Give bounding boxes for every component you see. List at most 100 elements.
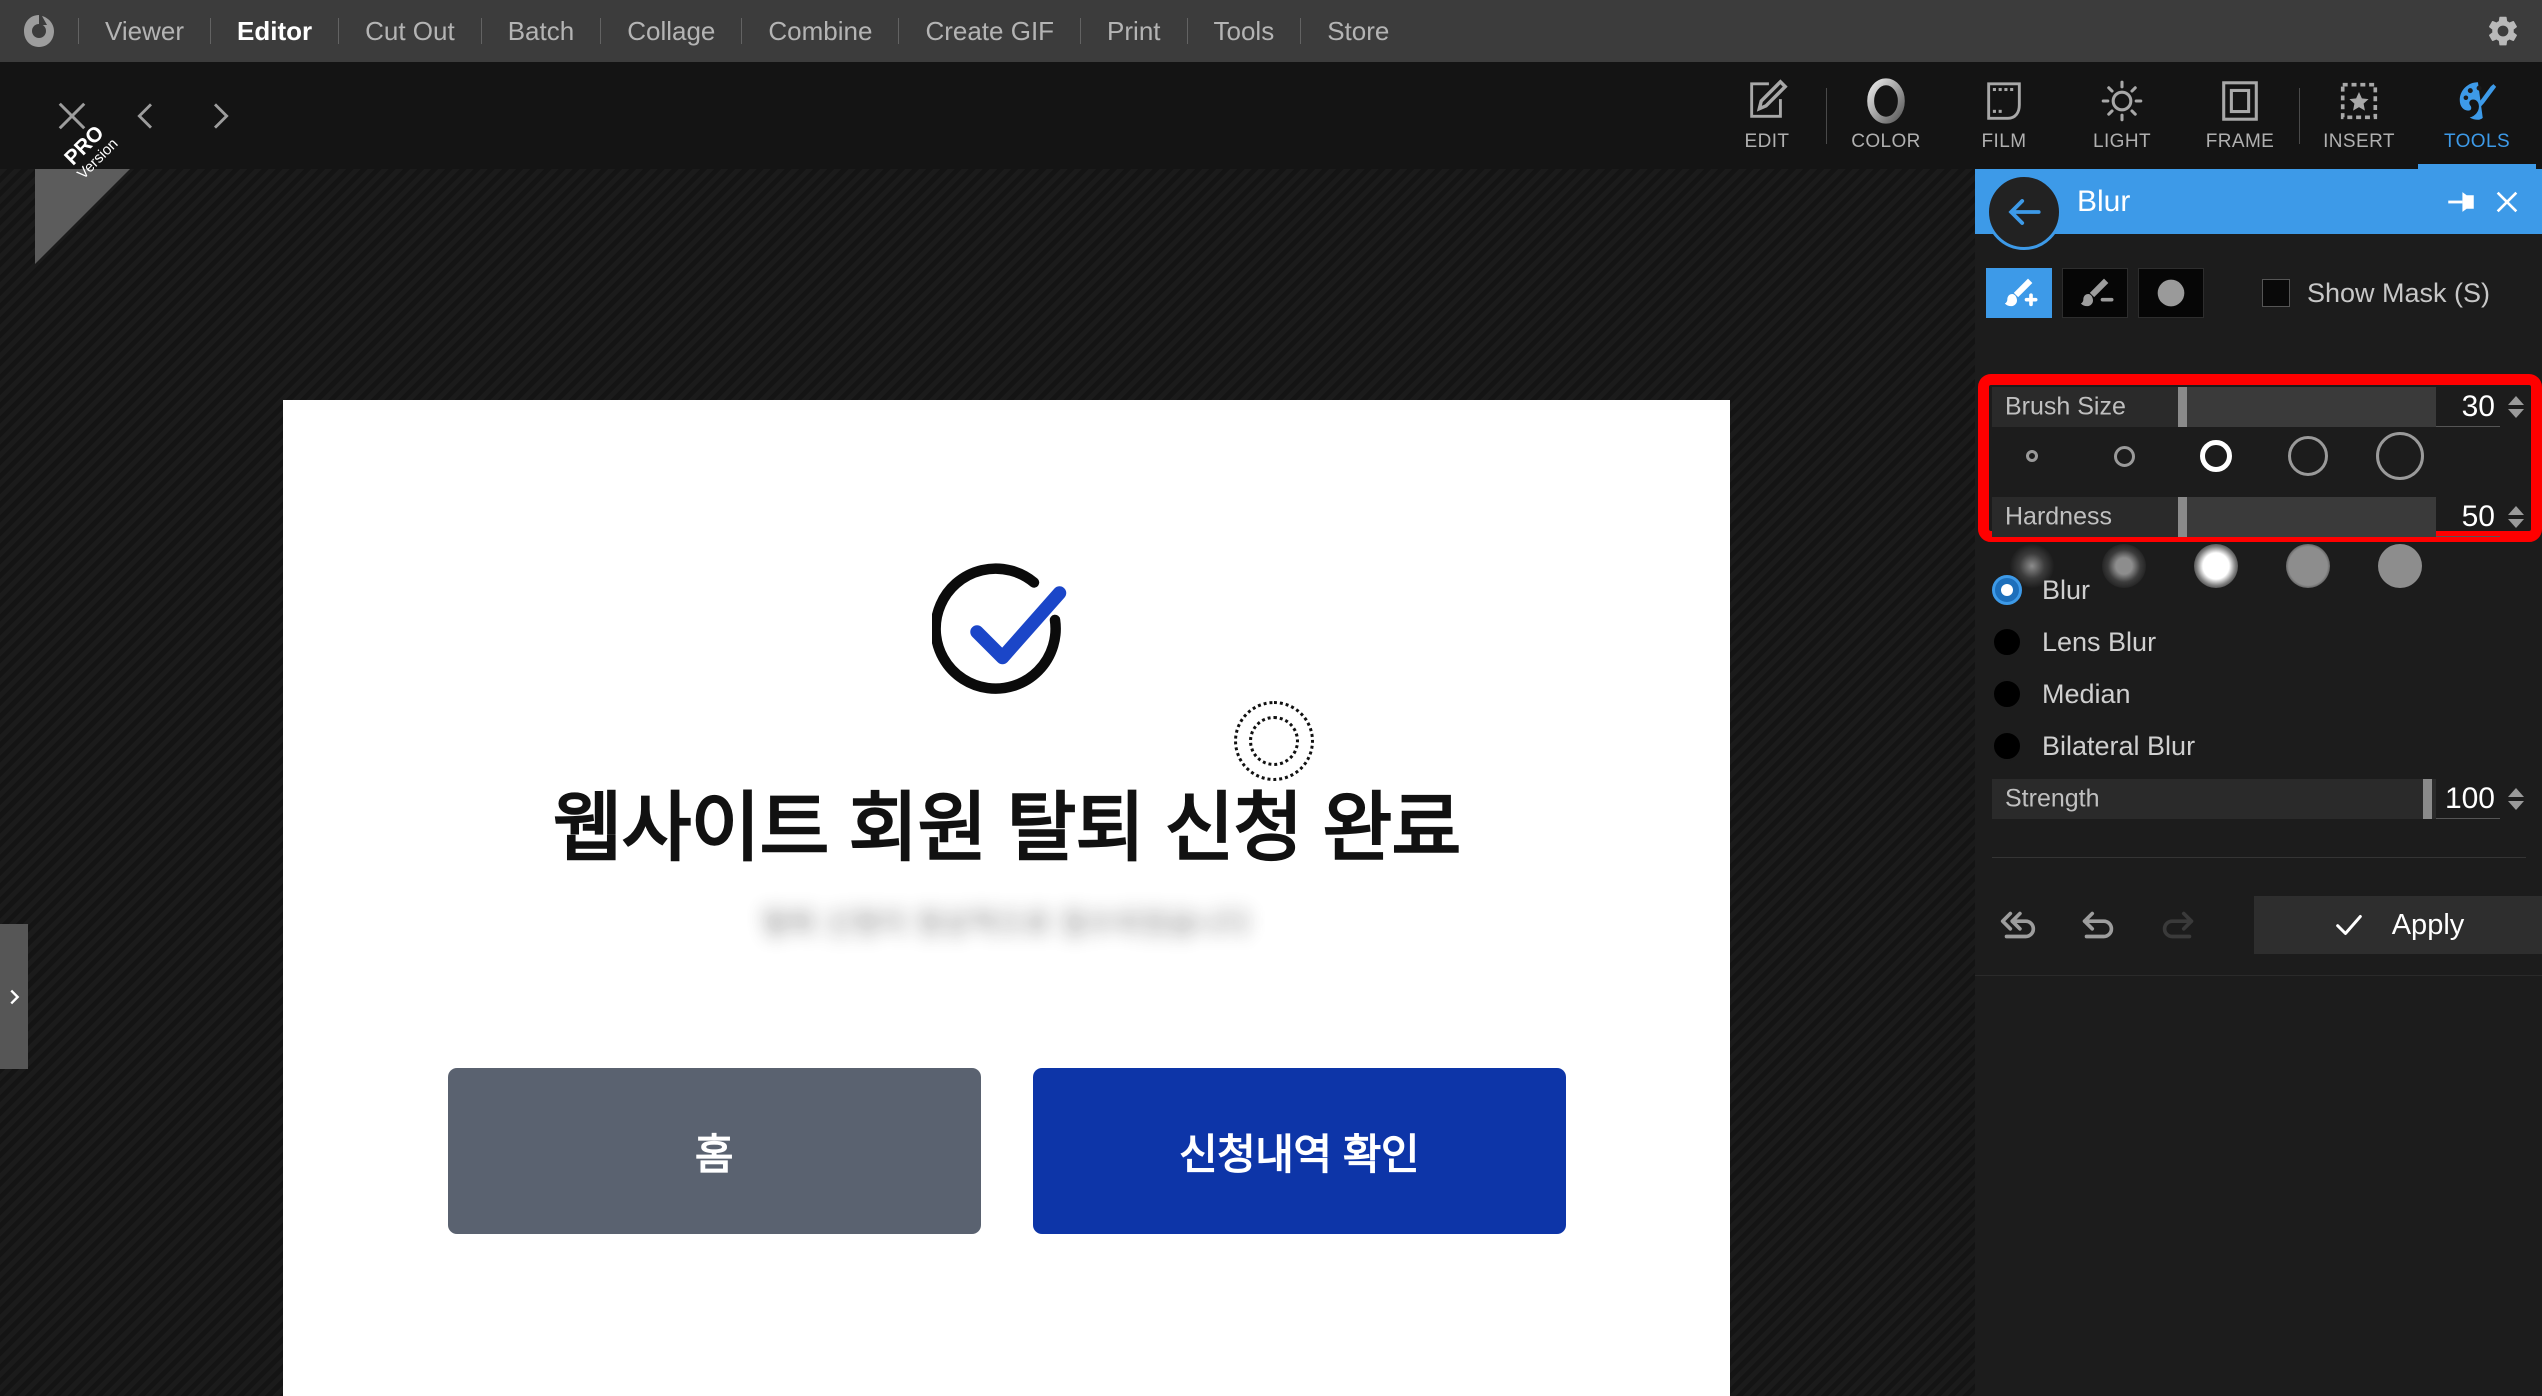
menu-item-collage[interactable]: Collage	[601, 0, 741, 62]
ring-icon	[2026, 450, 2038, 462]
undo-icon	[2082, 911, 2114, 939]
image-button-check-application[interactable]: 신청내역 확인	[1032, 1068, 1566, 1234]
blur-mode-bilateral-blur[interactable]: Bilateral Blur	[1992, 720, 2526, 772]
menu-item-cut-out[interactable]: Cut Out	[339, 0, 481, 62]
tool-light-label: LIGHT	[2093, 131, 2151, 152]
menu-item-tools[interactable]: Tools	[1188, 0, 1301, 62]
spin-up-icon[interactable]	[2507, 788, 2524, 797]
image-button-home[interactable]: 홈	[447, 1068, 981, 1234]
spin-down-icon[interactable]	[2507, 519, 2524, 528]
light-sun-icon	[2101, 80, 2143, 122]
strength-label: Strength	[2005, 784, 2100, 813]
brush-size-preset-5[interactable]	[2363, 428, 2437, 484]
soft-circle-button[interactable]	[2138, 268, 2204, 318]
brush-mode-row: Show Mask (S)	[1975, 262, 2542, 324]
strength-thumb[interactable]	[2422, 779, 2432, 819]
action-bar-divider	[1975, 975, 2542, 976]
arrow-left-icon	[2008, 199, 2041, 225]
brush-size-thumb[interactable]	[2178, 387, 2188, 427]
film-icon	[1987, 82, 2021, 120]
strength-section: Strength 100	[1992, 779, 2526, 819]
brush-size-preset-4[interactable]	[2271, 428, 2345, 484]
redo-button[interactable]	[2152, 899, 2204, 951]
panel-close-button[interactable]	[2484, 179, 2530, 225]
left-panel-expand-handle[interactable]	[0, 924, 28, 1069]
next-image-button[interactable]	[188, 84, 252, 148]
app-logo[interactable]	[0, 12, 78, 50]
tool-tools[interactable]: TOOLS	[2418, 62, 2536, 169]
strength-slider[interactable]: Strength	[1992, 779, 2436, 819]
blur-mode-lens-blur[interactable]: Lens Blur	[1992, 616, 2526, 668]
check-circle-icon	[931, 563, 1066, 694]
edit-pencil-icon	[1750, 79, 1788, 118]
brush-subtract-button[interactable]	[2062, 268, 2128, 318]
brush-size-preset-3[interactable]	[2179, 428, 2253, 484]
canvas-area[interactable]: PRO Version 웹사이트 회원 탈퇴 신청 완료 탈퇴 신청이 정상적으…	[0, 121, 1975, 1396]
radio-button[interactable]	[1992, 575, 2022, 605]
blur-mode-bilateral-blur-label: Bilateral Blur	[2042, 730, 2196, 761]
undo-button[interactable]	[2072, 899, 2124, 951]
brush-add-icon	[2004, 278, 2038, 307]
close-x-icon	[58, 102, 86, 129]
spin-down-icon[interactable]	[2507, 801, 2524, 810]
strength-spinner[interactable]	[2500, 788, 2526, 810]
radio-button[interactable]	[1992, 627, 2022, 657]
apply-button[interactable]: Apply	[2254, 896, 2542, 954]
tool-frame[interactable]: FRAME	[2181, 62, 2299, 169]
brush-size-slider[interactable]: Brush Size	[1992, 387, 2436, 427]
settings-button[interactable]	[2464, 0, 2542, 62]
brush-size-preset-1[interactable]	[1995, 428, 2069, 484]
strength-value[interactable]: 100	[2436, 779, 2500, 819]
tool-light[interactable]: LIGHT	[2063, 62, 2181, 169]
menu-item-viewer[interactable]: Viewer	[79, 0, 210, 62]
menu-item-store[interactable]: Store	[1301, 0, 1415, 62]
frame-icon	[2222, 81, 2258, 121]
radio-button[interactable]	[1992, 679, 2022, 709]
menu-item-create-gif[interactable]: Create GIF	[899, 0, 1080, 62]
brush-size-presets	[1992, 427, 2526, 485]
chevron-left-icon	[137, 102, 153, 129]
spin-up-icon[interactable]	[2507, 506, 2524, 515]
reset-all-button[interactable]	[1992, 899, 2044, 951]
panel-action-bar: Apply	[1975, 879, 2542, 971]
hardness-thumb[interactable]	[2178, 497, 2188, 537]
tool-insert[interactable]: INSERT	[2300, 62, 2418, 169]
close-x-icon	[2496, 191, 2518, 212]
close-image-button[interactable]	[40, 84, 104, 148]
brush-size-value[interactable]: 30	[2436, 387, 2500, 427]
brush-size-preset-2[interactable]	[2087, 428, 2161, 484]
blur-mode-blur[interactable]: Blur	[1992, 564, 2526, 616]
panel-pin-button[interactable]	[2438, 179, 2484, 225]
spin-up-icon[interactable]	[2507, 396, 2524, 405]
show-mask-toggle[interactable]: Show Mask (S)	[2262, 278, 2490, 309]
brush-add-button[interactable]	[1986, 268, 2052, 318]
spin-down-icon[interactable]	[2507, 409, 2524, 418]
brush-subtract-icon	[2080, 278, 2114, 307]
menu-item-batch[interactable]: Batch	[482, 0, 601, 62]
tool-color[interactable]: COLOR	[1827, 62, 1945, 169]
panel-header: Blur	[1975, 169, 2542, 250]
tool-edit[interactable]: EDIT	[1708, 62, 1826, 169]
blur-mode-list: Blur Lens Blur Median Bilateral Blur	[1992, 564, 2526, 772]
show-mask-label: Show Mask (S)	[2307, 277, 2491, 308]
brush-size-row: Brush Size 30	[1992, 387, 2526, 427]
brush-size-spinner[interactable]	[2500, 396, 2526, 418]
hardness-spinner[interactable]	[2500, 506, 2526, 528]
hardness-slider[interactable]: Hardness	[1992, 497, 2436, 537]
soft-circle-icon	[2157, 279, 2185, 307]
app-window: Viewer Editor Cut Out Batch Collage Comb…	[0, 0, 2542, 1396]
menu-item-print[interactable]: Print	[1081, 0, 1186, 62]
blur-mode-median-label: Median	[2042, 678, 2131, 709]
menu-item-editor[interactable]: Editor	[211, 0, 338, 62]
panel-back-button[interactable]	[1986, 174, 2062, 250]
blur-mode-median[interactable]: Median	[1992, 668, 2526, 720]
menu-item-combine[interactable]: Combine	[742, 0, 898, 62]
blur-tool-panel: Blur Show Mask (S) Brush Size 30 Hardnes…	[1975, 169, 2542, 1396]
hardness-value[interactable]: 50	[2436, 497, 2500, 537]
show-mask-checkbox[interactable]	[2262, 279, 2290, 307]
image-canvas[interactable]: 웹사이트 회원 탈퇴 신청 완료 탈퇴 신청이 정상적으로 접수되었습니다 홈 …	[283, 400, 1730, 1396]
tool-film[interactable]: FILM	[1945, 62, 2063, 169]
image-button-row: 홈 신청내역 확인	[283, 1068, 1730, 1234]
radio-button[interactable]	[1992, 731, 2022, 761]
previous-image-button[interactable]	[114, 84, 178, 148]
